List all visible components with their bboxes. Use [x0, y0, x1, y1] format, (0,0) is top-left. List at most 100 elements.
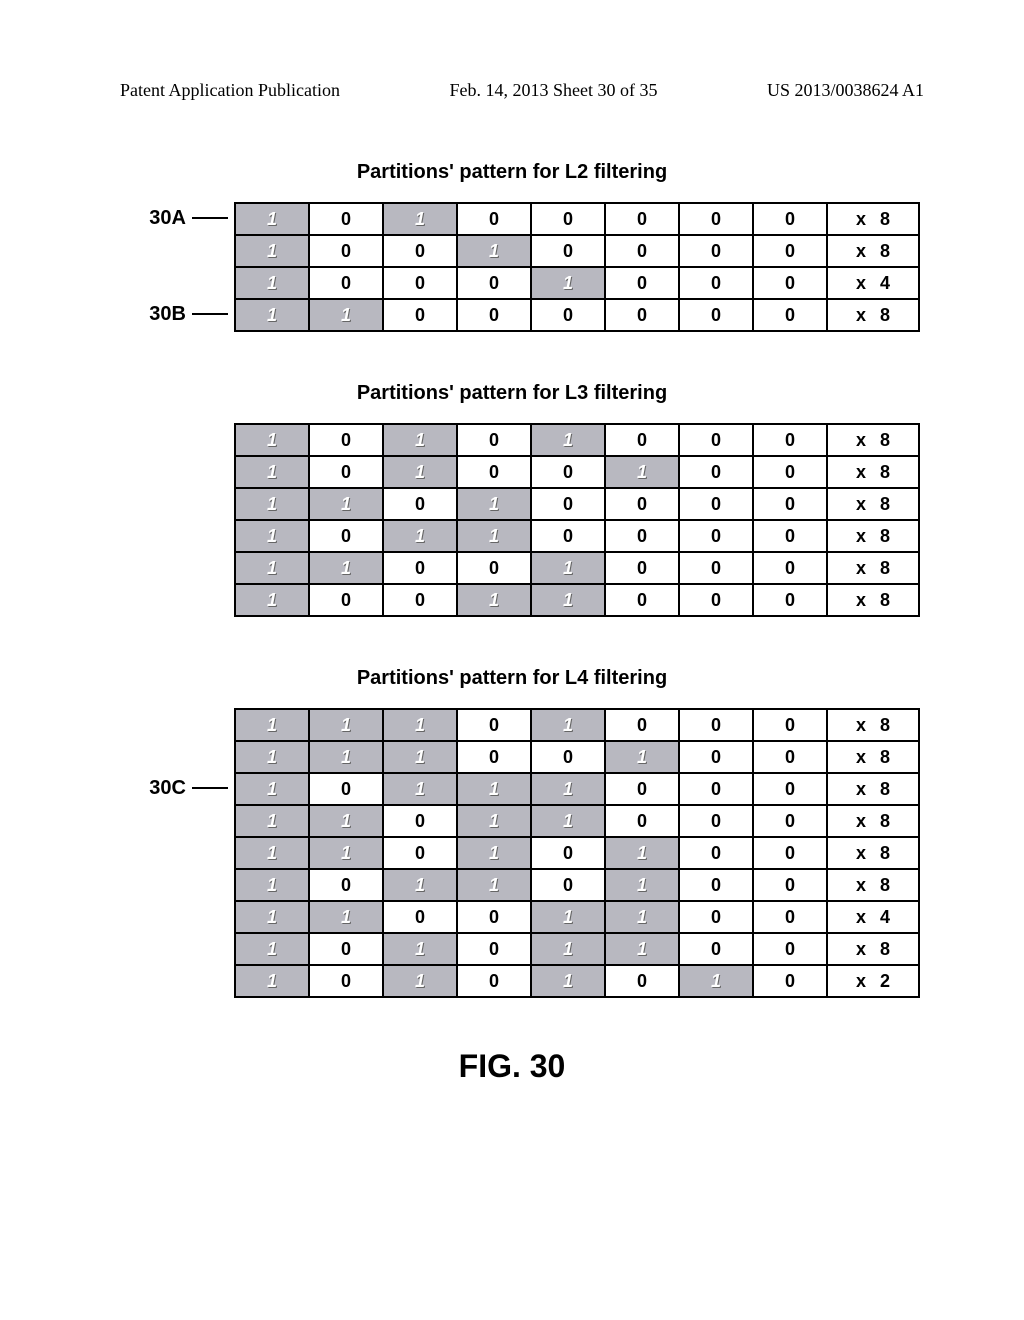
callout-spacer: [104, 708, 234, 740]
pattern-cell: 1: [457, 773, 531, 805]
pattern-cell: 1: [309, 805, 383, 837]
pattern-cell: 1: [235, 933, 309, 965]
pattern-cell: 0: [457, 299, 531, 331]
pattern-cell: 0: [753, 869, 827, 901]
pattern-cell: 1: [235, 837, 309, 869]
pattern-cell: 1: [309, 741, 383, 773]
table-row: 10100000x8: [235, 203, 919, 235]
page: Patent Application Publication Feb. 14, …: [0, 0, 1024, 1320]
multiplier-value: 8: [880, 494, 890, 515]
table-row: 10001000x4: [235, 267, 919, 299]
callout-spacer: [104, 455, 234, 487]
section: Partitions' pattern for L2 filtering30A3…: [60, 161, 964, 332]
pattern-cell: 1: [309, 299, 383, 331]
pattern-cell: 1: [383, 933, 457, 965]
multiplier-value: 8: [880, 462, 890, 483]
pattern-cell: 0: [753, 837, 827, 869]
pattern-cell: 0: [605, 267, 679, 299]
callout-spacer: [104, 234, 234, 266]
pattern-cell: 1: [457, 235, 531, 267]
callout-label: 30B: [149, 303, 186, 326]
pattern-cell: 0: [679, 869, 753, 901]
section-title: Partitions' pattern for L3 filtering: [60, 382, 964, 405]
pattern-cell: 0: [753, 424, 827, 456]
table-row: 11100100x8: [235, 741, 919, 773]
pattern-cell: 0: [753, 709, 827, 741]
multiplier-cell: x8: [827, 488, 919, 520]
pattern-cell: 0: [605, 584, 679, 616]
pattern-cell: 0: [383, 235, 457, 267]
pattern-cell: 0: [605, 424, 679, 456]
pattern-cell: 1: [235, 299, 309, 331]
pattern-cell: 0: [605, 299, 679, 331]
multiplier-value: 8: [880, 305, 890, 326]
pattern-cell: 1: [235, 552, 309, 584]
table-row: 10101010x2: [235, 965, 919, 997]
callout-label: 30C: [149, 777, 186, 800]
pattern-cell: 0: [753, 488, 827, 520]
pattern-cell: 0: [383, 805, 457, 837]
pattern-cell: 1: [383, 869, 457, 901]
pattern-cell: 1: [309, 837, 383, 869]
pattern-cell: 1: [383, 741, 457, 773]
pattern-table: 11101000x811100100x810111000x811011000x8…: [234, 708, 920, 998]
table-row: 11010000x8: [235, 488, 919, 520]
pattern-cell: 0: [753, 773, 827, 805]
pattern-cell: 0: [309, 424, 383, 456]
multiplier-cell: x8: [827, 709, 919, 741]
callout-spacer: [104, 804, 234, 836]
pattern-cell: 1: [679, 965, 753, 997]
pattern-cell: 1: [457, 869, 531, 901]
multiplier-value: 8: [880, 241, 890, 262]
pattern-cell: 0: [605, 709, 679, 741]
pattern-cell: 0: [457, 965, 531, 997]
multiplier-x: x: [856, 875, 866, 896]
pattern-cell: 1: [235, 965, 309, 997]
pattern-cell: 1: [531, 965, 605, 997]
pattern-cell: 1: [235, 709, 309, 741]
pattern-cell: 1: [457, 805, 531, 837]
pattern-cell: 0: [679, 584, 753, 616]
multiplier-value: 2: [880, 971, 890, 992]
pattern-cell: 1: [457, 520, 531, 552]
pattern-cell: 1: [531, 901, 605, 933]
pattern-cell: 1: [383, 203, 457, 235]
pattern-cell: 1: [605, 933, 679, 965]
multiplier-x: x: [856, 971, 866, 992]
pattern-cell: 0: [679, 299, 753, 331]
pattern-cell: 0: [383, 488, 457, 520]
table-row: 11001000x8: [235, 552, 919, 584]
pattern-cell: 0: [753, 584, 827, 616]
pattern-cell: 1: [383, 709, 457, 741]
pattern-cell: 0: [383, 267, 457, 299]
table-row: 11001100x4: [235, 901, 919, 933]
pattern-cell: 1: [605, 901, 679, 933]
pattern-cell: 0: [531, 456, 605, 488]
pattern-cell: 0: [679, 837, 753, 869]
pattern-cell: 0: [753, 552, 827, 584]
pattern-cell: 1: [235, 456, 309, 488]
multiplier-value: 8: [880, 526, 890, 547]
table-row: 10010000x8: [235, 235, 919, 267]
pattern-cell: 0: [457, 552, 531, 584]
multiplier-cell: x8: [827, 773, 919, 805]
pattern-cell: 1: [235, 805, 309, 837]
pattern-cell: 1: [531, 773, 605, 805]
pattern-cell: 0: [753, 456, 827, 488]
pattern-cell: 0: [679, 203, 753, 235]
multiplier-value: 8: [880, 558, 890, 579]
pattern-cell: 0: [309, 520, 383, 552]
multiplier-x: x: [856, 430, 866, 451]
pattern-cell: 0: [309, 933, 383, 965]
pattern-cell: 0: [753, 520, 827, 552]
multiplier-cell: x2: [827, 965, 919, 997]
table-row: 11000000x8: [235, 299, 919, 331]
page-header: Patent Application Publication Feb. 14, …: [60, 80, 964, 101]
pattern-cell: 0: [309, 965, 383, 997]
pattern-cell: 1: [383, 965, 457, 997]
pattern-cell: 0: [383, 584, 457, 616]
header-right: US 2013/0038624 A1: [767, 80, 924, 101]
pattern-cell: 1: [457, 837, 531, 869]
pattern-cell: 0: [531, 741, 605, 773]
table-area: 30C11101000x811100100x810111000x81101100…: [60, 708, 964, 998]
